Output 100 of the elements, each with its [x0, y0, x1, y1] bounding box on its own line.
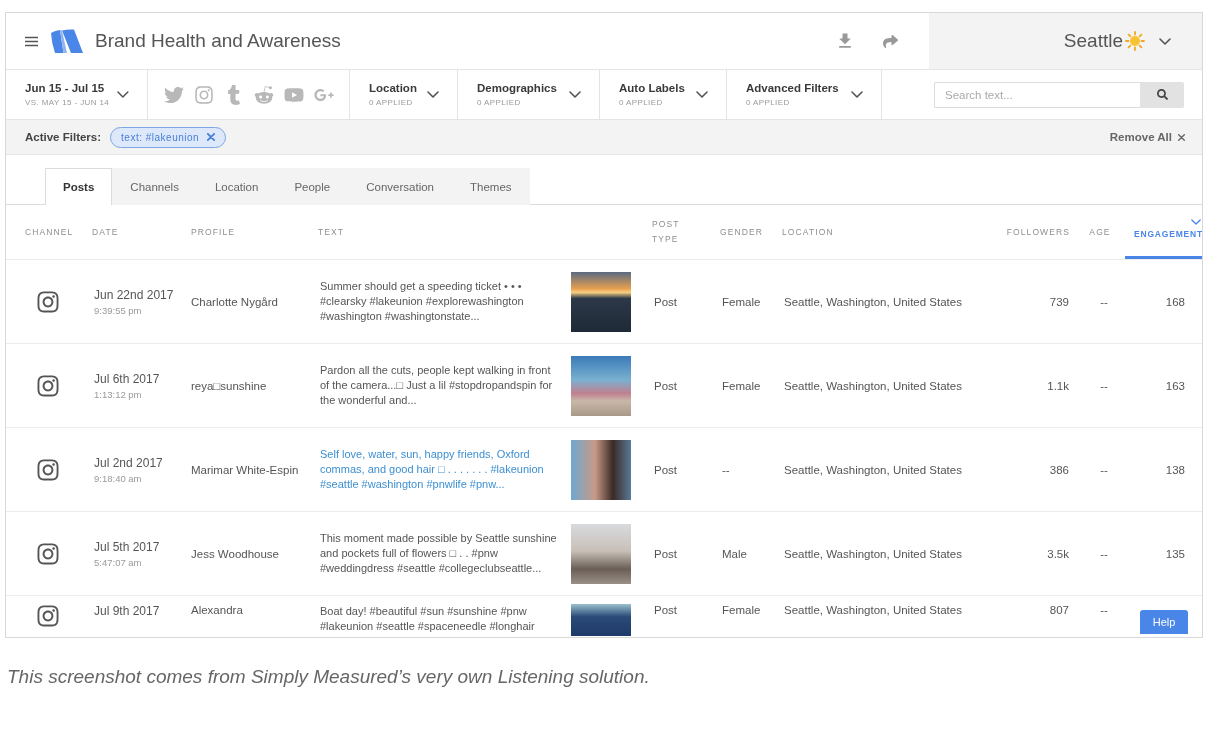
- followers-count: 386: [1049, 463, 1069, 476]
- search-button[interactable]: [1140, 81, 1184, 108]
- gender-value: --: [722, 463, 730, 476]
- followers-count: 807: [1049, 604, 1069, 616]
- instagram-icon: [36, 457, 60, 482]
- profile-name: Charlotte Nygård: [191, 295, 278, 308]
- column-header[interactable]: AGE: [1089, 224, 1111, 240]
- chevron-down-icon: [851, 91, 863, 98]
- column-header[interactable]: TEXT: [318, 224, 345, 240]
- post-time: 9:39:55 pm: [94, 304, 142, 316]
- post-type: Post: [654, 379, 677, 392]
- profile-name: Alexandra: [191, 604, 243, 616]
- age-value: --: [1100, 604, 1108, 616]
- gender-value: Female: [722, 295, 761, 308]
- gender-value: Female: [722, 379, 761, 392]
- tab[interactable]: Posts: [45, 168, 113, 205]
- close-icon[interactable]: [207, 133, 216, 141]
- post-type: Post: [654, 463, 677, 476]
- engagement-count: 138: [1165, 463, 1185, 476]
- filter-chip[interactable]: text: #lakeunion: [110, 126, 227, 148]
- column-header[interactable]: PROFILE: [191, 224, 236, 240]
- reddit-icon[interactable]: [254, 84, 274, 105]
- tab[interactable]: Themes: [452, 168, 530, 205]
- gender-value: Male: [722, 547, 747, 560]
- post-date: Jul 5th 2017: [94, 539, 160, 554]
- help-button[interactable]: Help: [1140, 610, 1188, 634]
- age-value: --: [1100, 295, 1108, 308]
- location-value: Seattle, Washington, United States: [784, 295, 962, 308]
- location-value: Seattle, Washington, United States: [784, 463, 962, 476]
- twitter-icon[interactable]: [164, 84, 184, 105]
- followers-count: 3.5k: [1047, 547, 1069, 560]
- engagement-count: 135: [1165, 547, 1185, 560]
- post-type: Post: [654, 547, 677, 560]
- menu-icon[interactable]: [25, 35, 38, 47]
- engagement-count: 168: [1165, 295, 1185, 308]
- profile-name: Marimar White-Espin: [191, 463, 299, 476]
- column-header[interactable]: DATE: [92, 224, 119, 240]
- tab[interactable]: Conversation: [348, 168, 452, 205]
- page-title: Brand Health and Awareness: [95, 30, 341, 52]
- sun-icon: [1125, 31, 1145, 51]
- post-date: Jul 6th 2017: [94, 371, 160, 386]
- post-text: Summer should get a speeding ticket • • • #clearsky #lakeunion #explorewashington #washington #washingtonstate...: [320, 279, 525, 324]
- post-text: Self love, water, sun, happy friends, Oxford commas, and good hair □ . . . . . . . #lakeunion #seattle #washington #pnwlife #pnw...: [320, 447, 545, 492]
- chevron-down-icon: [569, 91, 581, 98]
- search-icon: [1156, 89, 1168, 100]
- column-header[interactable]: GENDER: [720, 224, 763, 240]
- post-text: Pardon all the cuts, people kept walking in front of the camera...□ Just a lil #stopdropandspin for the wonderful and...: [320, 363, 554, 408]
- chevron-down-icon: [117, 91, 129, 98]
- post-type: Post: [654, 604, 677, 616]
- chevron-down-icon: [427, 91, 439, 98]
- tab[interactable]: Channels: [112, 168, 197, 205]
- instagram-icon: [36, 289, 60, 314]
- instagram-icon[interactable]: [194, 84, 214, 105]
- profile-name: Jess Woodhouse: [191, 547, 279, 560]
- followers-count: 739: [1049, 295, 1069, 308]
- location-value: Seattle, Washington, United States: [784, 547, 962, 560]
- column-header[interactable]: FOLLOWERS: [1006, 224, 1070, 240]
- photo-placeholder: [571, 439, 631, 500]
- post-date: Jul 2nd 2017: [94, 455, 163, 470]
- photo-placeholder: [571, 523, 631, 584]
- post-time: 5:47:07 am: [94, 556, 142, 568]
- location-selector[interactable]: Seattle: [929, 13, 1202, 69]
- age-value: --: [1100, 463, 1108, 476]
- remove-all-button[interactable]: Remove All: [1109, 131, 1185, 143]
- search-field[interactable]: Search text...: [934, 81, 1140, 108]
- column-header[interactable]: ENGAGEMENT: [1125, 205, 1202, 259]
- instagram-icon: [36, 373, 60, 398]
- location-value: Seattle, Washington, United States: [784, 604, 962, 616]
- age-value: --: [1100, 379, 1108, 392]
- chevron-down-icon: [1159, 37, 1171, 45]
- instagram-icon: [36, 604, 60, 628]
- post-date: Jul 9th 2017: [94, 604, 160, 618]
- post-text: Boat day! #beautiful #sun #sunshine #pnw #lakeunion #seattle #spaceneedle #longhair: [320, 604, 536, 634]
- followers-count: 1.1k: [1047, 379, 1069, 392]
- active-filters-label: Active Filters:: [25, 131, 102, 143]
- engagement-count: 163: [1165, 379, 1185, 392]
- age-value: --: [1100, 547, 1108, 560]
- chevron-down-icon: [696, 91, 708, 98]
- column-header[interactable]: CHANNEL: [25, 224, 74, 240]
- post-type: Post: [654, 295, 677, 308]
- column-header[interactable]: LOCATION: [782, 224, 834, 240]
- post-date: Jun 22nd 2017: [94, 287, 174, 302]
- profile-name: reya□sunshine: [191, 379, 267, 392]
- chevron-down-icon: [1190, 219, 1201, 225]
- share-icon[interactable]: [883, 33, 898, 49]
- close-icon[interactable]: [1178, 133, 1185, 141]
- tab[interactable]: People: [276, 168, 349, 205]
- post-time: 9:18:40 am: [94, 472, 142, 484]
- caption: This screenshot comes from Simply Measured’s very own Listening solution.: [7, 666, 651, 688]
- post-time: 1:13:12 pm: [94, 388, 142, 400]
- logo-icon: [49, 28, 83, 54]
- photo-placeholder: [571, 604, 631, 636]
- gender-value: Female: [722, 604, 761, 616]
- column-header[interactable]: POST TYPE: [652, 217, 692, 247]
- location-value: Seattle, Washington, United States: [784, 379, 962, 392]
- photo-placeholder: [571, 271, 631, 332]
- instagram-icon: [36, 541, 60, 566]
- tab[interactable]: Location: [196, 168, 277, 205]
- photo-placeholder: [571, 355, 631, 416]
- post-text: This moment made possible by Seattle sunshine and pockets full of flowers □ . . #pnw #weddingdress #seattle #collegeclubseattle...: [320, 531, 557, 576]
